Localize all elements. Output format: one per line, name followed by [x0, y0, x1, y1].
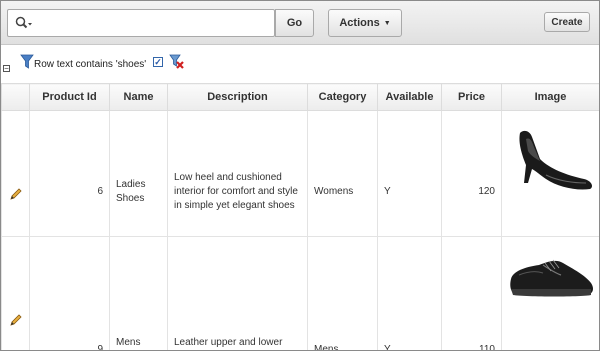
column-header-description[interactable]: Description — [167, 83, 308, 111]
cell-name: Mens Shoes — [109, 236, 168, 350]
column-header-name[interactable]: Name — [109, 83, 168, 111]
collapse-icon[interactable]: − — [3, 65, 10, 73]
cell-product-id: 6 — [29, 110, 110, 237]
search-box[interactable] — [7, 9, 275, 37]
table-header-row: Product Id Name Description Category Ava… — [1, 83, 599, 111]
womens-heel-shoe-image — [506, 130, 596, 204]
search-icon[interactable] — [15, 16, 33, 33]
filter-funnel-icon — [20, 54, 34, 73]
edit-pencil-icon[interactable] — [9, 188, 23, 204]
column-header-price[interactable]: Price — [441, 83, 502, 111]
filter-bar: − Row text contains 'shoes' ✓ — [1, 51, 599, 77]
table-row: 9 Mens Shoes Leather upper and lower lac… — [1, 236, 599, 350]
column-header-product-id[interactable]: Product Id — [29, 83, 110, 111]
table-row: 6 Ladies Shoes Low heel and cushioned in… — [1, 110, 599, 237]
column-header-available[interactable]: Available — [377, 83, 442, 111]
cell-category: Womens — [307, 110, 378, 237]
cell-product-id: 9 — [29, 236, 110, 350]
column-header-category[interactable]: Category — [307, 83, 378, 111]
cell-name: Ladies Shoes — [109, 110, 168, 237]
chevron-down-icon: ▼ — [383, 19, 391, 27]
create-button[interactable]: Create — [544, 12, 590, 32]
go-button[interactable]: Go — [275, 9, 314, 37]
cell-available: Y — [377, 110, 442, 237]
search-input[interactable] — [38, 13, 270, 33]
column-header-image[interactable]: Image — [501, 83, 599, 111]
interactive-report-region: Go Actions ▼ Create − Row text contains … — [0, 0, 600, 351]
cell-image — [501, 110, 599, 237]
actions-menu-button[interactable]: Actions ▼ — [328, 9, 402, 37]
cell-description: Leather upper and lower lace up shoes — [167, 236, 308, 350]
actions-button-label: Actions — [339, 17, 380, 29]
filter-description[interactable]: Row text contains 'shoes' — [34, 59, 146, 70]
edit-column-header — [1, 83, 30, 111]
report-toolbar: Go Actions ▼ Create — [1, 1, 599, 45]
mens-lace-up-shoe-image — [505, 259, 597, 312]
remove-filter-icon[interactable] — [169, 54, 185, 73]
edit-pencil-icon[interactable] — [9, 314, 23, 330]
edit-cell — [1, 236, 30, 350]
cell-description: Low heel and cushioned interior for comf… — [167, 110, 308, 237]
create-button-label: Create — [551, 16, 583, 28]
cell-category: Mens — [307, 236, 378, 350]
edit-cell — [1, 110, 30, 237]
filter-enabled-checkbox[interactable]: ✓ — [153, 57, 163, 67]
cell-price: 110 — [441, 236, 502, 350]
cell-available: Y — [377, 236, 442, 350]
cell-image — [501, 236, 599, 350]
go-button-label: Go — [286, 17, 303, 29]
cell-price: 120 — [441, 110, 502, 237]
report-table: Product Id Name Description Category Ava… — [1, 83, 599, 350]
